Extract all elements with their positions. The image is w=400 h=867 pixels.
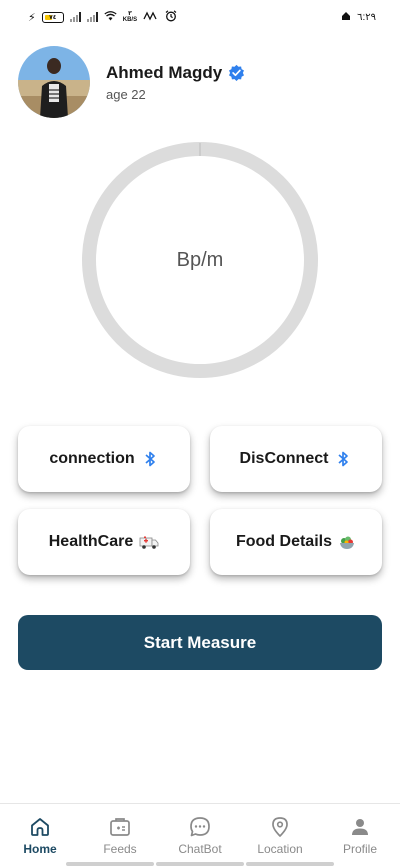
nav-home-label: Home — [23, 842, 57, 856]
home-indicator — [66, 862, 334, 866]
battery-icon: ٧٤ — [41, 11, 64, 23]
avatar[interactable] — [18, 46, 90, 118]
status-left: ⚡ ٧٤ ٣ KB/S — [28, 9, 177, 25]
data-saver-icon — [143, 11, 159, 24]
nav-profile[interactable]: Profile — [320, 804, 400, 867]
nav-chatbot[interactable]: ChatBot — [160, 804, 240, 867]
chat-bubble-icon — [190, 817, 210, 837]
disconnect-button[interactable]: DisConnect — [210, 426, 382, 492]
net-speed-unit: KB/S — [122, 17, 138, 23]
bluetooth-icon — [145, 451, 155, 467]
connection-button[interactable]: connection — [18, 426, 190, 492]
profile-text: Ahmed Magdy age 22 — [106, 63, 245, 102]
food-details-label: Food Details — [235, 533, 332, 550]
salad-icon — [340, 536, 354, 549]
signal-strength-icon — [69, 12, 81, 22]
bluetooth-icon — [338, 451, 349, 467]
nav-home[interactable]: Home — [0, 804, 80, 867]
heart-rate-label: Bp/m — [176, 248, 224, 271]
nav-location[interactable]: Location — [240, 804, 320, 867]
status-bar: ⚡ ٧٤ ٣ KB/S ٦:٢٩ — [0, 0, 400, 34]
healthcare-button[interactable]: HealthCare — [18, 509, 190, 575]
connection-label: connection — [49, 450, 135, 467]
nav-feeds-label: Feeds — [103, 842, 137, 856]
profile-name-row: Ahmed Magdy — [106, 63, 245, 83]
profile-header: Ahmed Magdy age 22 — [18, 46, 245, 118]
net-speed: ٣ KB/S — [123, 11, 137, 23]
profile-age: age 22 — [106, 86, 146, 102]
signal-strength-icon-2 — [86, 12, 98, 22]
food-details-button[interactable]: Food Details — [210, 509, 382, 575]
status-right: ٦:٢٩ — [341, 11, 376, 24]
verified-badge-icon — [229, 64, 245, 81]
healthcare-label: HealthCare — [48, 533, 134, 550]
disconnect-label: DisConnect — [239, 450, 329, 467]
start-measure-button[interactable]: Start Measure — [18, 615, 382, 670]
battery-level: ٧٤ — [49, 14, 57, 21]
charging-icon: ⚡ — [28, 11, 36, 24]
nav-profile-label: Profile — [342, 842, 377, 856]
home-icon — [31, 818, 49, 836]
wifi-icon — [104, 10, 117, 24]
person-icon — [352, 819, 368, 835]
medical-card-icon — [110, 818, 130, 836]
bottom-navigation: Home Feeds ChatBot Location Profile — [0, 803, 400, 867]
notification-icon — [341, 11, 351, 24]
location-pin-icon — [272, 817, 288, 837]
heart-rate-gauge: Bp/m — [80, 140, 320, 380]
profile-name: Ahmed Magdy — [106, 62, 223, 82]
ambulance-icon — [139, 536, 159, 549]
status-time: ٦:٢٩ — [357, 11, 376, 23]
nav-location-label: Location — [257, 842, 303, 856]
alarm-clock-icon — [165, 9, 177, 25]
nav-chatbot-label: ChatBot — [178, 842, 222, 856]
start-measure-label: Start Measure — [143, 632, 257, 652]
nav-feeds[interactable]: Feeds — [80, 804, 160, 867]
